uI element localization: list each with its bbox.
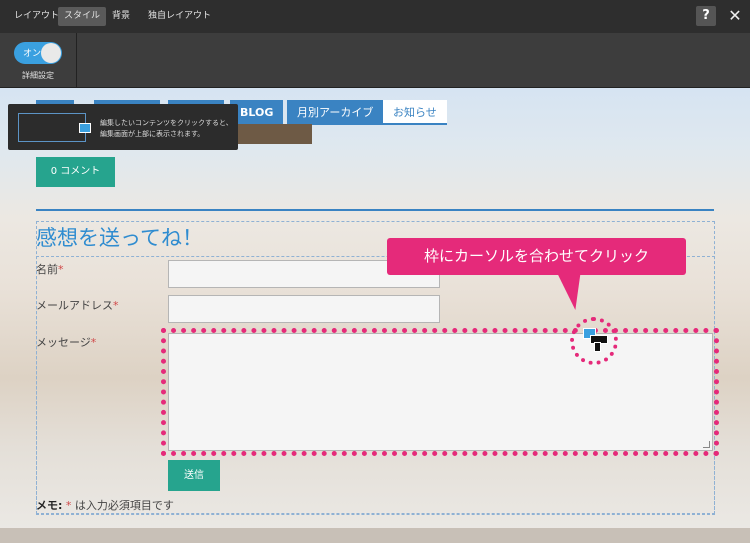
highlight-frame <box>161 328 719 456</box>
help-button[interactable]: ? <box>696 6 716 26</box>
name-label: 名前* <box>36 261 64 277</box>
settings-toolbar: オン 詳細設定 <box>0 33 750 88</box>
name-label-text: 名前 <box>36 263 58 276</box>
section-divider <box>36 209 714 211</box>
close-icon[interactable]: ✕ <box>725 6 745 26</box>
bottom-strip <box>0 528 750 543</box>
comment-button[interactable]: 0 コメント <box>36 157 115 187</box>
submit-button[interactable]: 送信 <box>168 460 220 491</box>
hint-line-2: 編集画面が上部に表示されます。 <box>100 130 205 138</box>
required-note: メモ: * は入力必須項目です <box>36 497 174 513</box>
nav-button-blog[interactable]: BLOG <box>230 100 284 125</box>
email-label: メールアドレス* <box>36 297 119 313</box>
required-mark: * <box>113 299 119 312</box>
toggle-knob <box>41 43 61 63</box>
edit-hint-tooltip: 編集したいコンテンツをクリックすると、 編集画面が上部に表示されます。 <box>8 104 238 150</box>
required-mark: * <box>90 336 97 349</box>
advanced-settings-toggle[interactable]: オン <box>14 42 62 64</box>
memo-prefix: メモ: <box>36 499 63 512</box>
hint-text: 編集したいコンテンツをクリックすると、 編集画面が上部に表示されます。 <box>100 118 233 140</box>
hint-cursor-icon <box>79 123 91 133</box>
hint-line-1: 編集したいコンテンツをクリックすると、 <box>100 119 233 127</box>
tab-layout[interactable]: レイアウト <box>8 7 65 26</box>
instruction-callout: 枠にカーソルを合わせてクリック <box>387 238 686 275</box>
required-mark: * <box>58 263 64 276</box>
email-label-text: メールアドレス <box>36 299 113 312</box>
message-label: メッセージ* <box>36 334 96 350</box>
page-preview: BLOG 月別アーカイブ お知らせ 編集したいコンテンツをクリックすると、 編集… <box>0 88 750 543</box>
message-label-text: メッセージ <box>36 336 91 349</box>
nav-button-news[interactable]: お知らせ <box>383 100 447 125</box>
email-field[interactable] <box>168 295 440 323</box>
memo-text: は入力必須項目です <box>71 499 174 512</box>
toggle-state-text: オン <box>23 49 42 59</box>
tab-custom-layout[interactable]: 独自レイアウト <box>142 7 217 26</box>
toolbar-divider <box>76 33 77 87</box>
nav-button-archive[interactable]: 月別アーカイブ <box>287 100 384 125</box>
roller-handle-icon <box>594 342 601 352</box>
hero-image-strip <box>230 124 312 144</box>
form-title: 感想を送ってね！ <box>36 226 203 250</box>
toggle-label: 詳細設定 <box>22 71 54 80</box>
top-bar: レイアウト スタイル 背景 独自レイアウト ? ✕ <box>0 0 750 34</box>
tab-style[interactable]: スタイル <box>58 7 107 26</box>
tab-background[interactable]: 背景 <box>106 7 136 26</box>
hint-frame-icon <box>18 113 86 142</box>
